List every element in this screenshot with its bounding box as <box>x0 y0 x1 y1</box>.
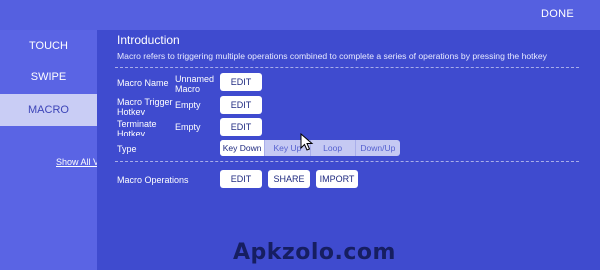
divider <box>115 161 579 162</box>
macro-panel: Introduction Macro refers to triggering … <box>97 30 600 270</box>
macro-operations-label: Macro Operations <box>117 175 189 185</box>
type-option-loop[interactable]: Loop <box>309 140 355 156</box>
divider <box>115 67 579 68</box>
edit-macro-name-button[interactable]: EDIT <box>220 73 262 91</box>
terminate-hotkey-value: Empty <box>175 122 201 132</box>
share-button[interactable]: SHARE <box>268 170 310 188</box>
sidebar-item-swipe[interactable]: SWIPE <box>0 61 97 93</box>
edit-terminate-hotkey-button[interactable]: EDIT <box>220 118 262 136</box>
import-button[interactable]: IMPORT <box>316 170 358 188</box>
intro-text: Macro refers to triggering multiple oper… <box>117 51 547 61</box>
sidebar-item-touch[interactable]: TOUCH <box>0 30 97 62</box>
type-label: Type <box>117 144 137 154</box>
trigger-hotkey-value: Empty <box>175 100 201 110</box>
sidebar: TOUCH SWIPE MACRO Show All V <box>0 30 97 270</box>
top-bar: DONE <box>0 0 600 30</box>
terminate-hotkey-label: Terminate Hotkey <box>117 119 157 136</box>
intro-title: Introduction <box>117 33 180 47</box>
sidebar-item-macro[interactable]: MACRO <box>0 94 97 126</box>
trigger-hotkey-label: Macro Trigger Hotkey <box>117 97 173 115</box>
watermark: Apkzolo.com <box>233 240 396 265</box>
macro-name-label: Macro Name <box>117 78 169 88</box>
macro-name-value: Unnamed Macro <box>175 74 215 93</box>
edit-trigger-hotkey-button[interactable]: EDIT <box>220 96 262 114</box>
done-button[interactable]: DONE <box>541 8 574 20</box>
mouse-cursor-icon <box>300 133 314 151</box>
type-option-down-up[interactable]: Down/Up <box>354 140 400 156</box>
show-all-link[interactable]: Show All V <box>56 157 97 167</box>
type-option-key-down[interactable]: Key Down <box>220 140 265 156</box>
edit-operations-button[interactable]: EDIT <box>220 170 262 188</box>
